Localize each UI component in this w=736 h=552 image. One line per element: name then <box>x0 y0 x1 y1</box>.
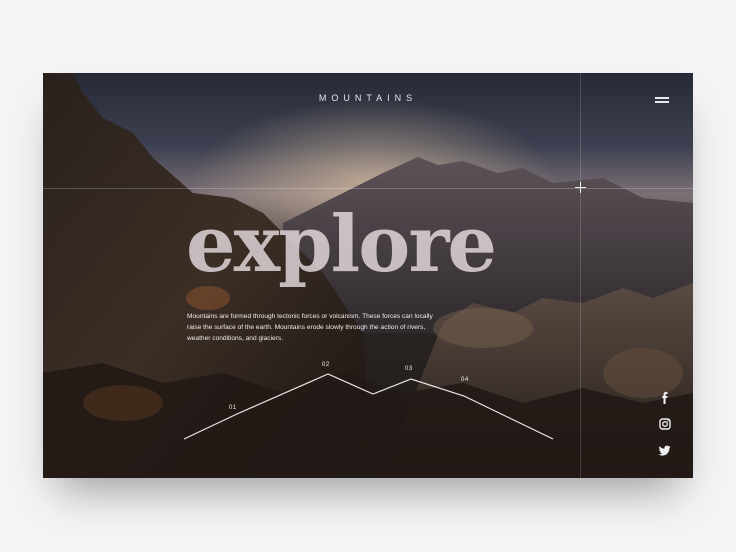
peak-path-line <box>183 373 554 440</box>
peak-label-04[interactable]: 04 <box>461 377 469 383</box>
peak-label-02[interactable]: 02 <box>322 362 330 368</box>
peak-label-01[interactable]: 01 <box>229 405 237 411</box>
instagram-icon[interactable] <box>658 417 672 431</box>
twitter-icon[interactable] <box>658 443 672 457</box>
hero-card: MOUNTAINS explore Mountains are formed t… <box>43 73 693 478</box>
peak-label-03[interactable]: 03 <box>405 366 413 372</box>
facebook-icon[interactable] <box>658 391 672 405</box>
